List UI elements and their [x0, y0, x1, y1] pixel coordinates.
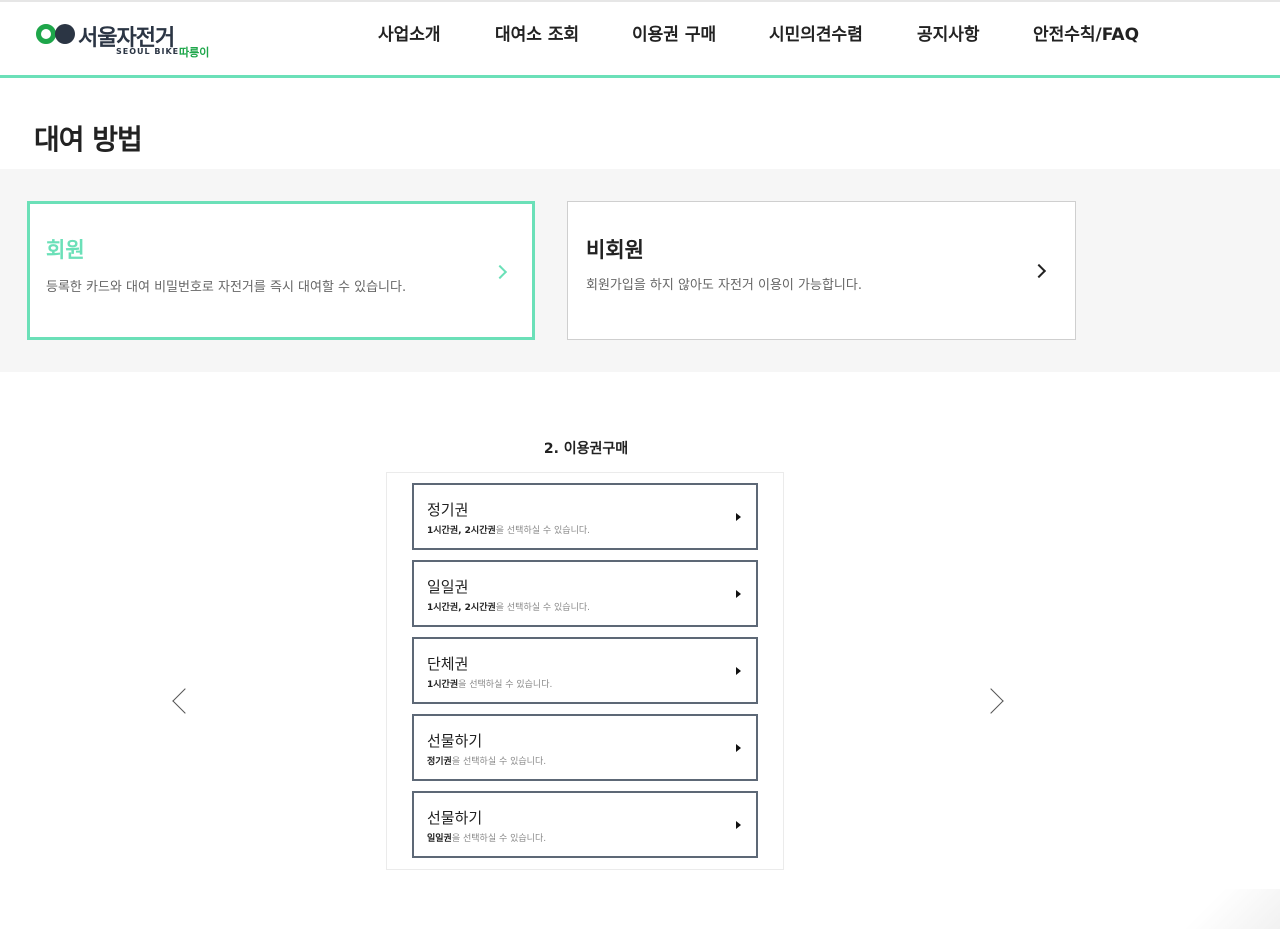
ticket-desc: 일일권을 선택하실 수 있습니다. — [427, 834, 547, 844]
nav-item-citizen-feedback[interactable]: 시민의견수렴 — [769, 20, 863, 45]
rental-method-band: 회원 등록한 카드와 대여 비밀번호로 자전거를 즉시 대여할 수 있습니다. … — [0, 169, 1280, 372]
member-card-desc: 등록한 카드와 대여 비밀번호로 자전거를 즉시 대여할 수 있습니다. — [46, 280, 407, 295]
nav-item-notices[interactable]: 공지사항 — [917, 20, 980, 45]
ticket-gift-daily[interactable]: 선물하기 일일권을 선택하실 수 있습니다. — [412, 791, 758, 858]
chevron-right-icon — [492, 264, 508, 280]
logo-circles-icon — [36, 24, 76, 44]
triangle-right-icon — [736, 744, 741, 752]
logo-sub-text: SEOUL BIKE — [116, 47, 180, 56]
ticket-title: 정기권 — [427, 501, 469, 519]
corner-shading — [1160, 889, 1280, 929]
ticket-title: 단체권 — [427, 655, 469, 673]
seoul-bike-logo[interactable]: 서울자전거 SEOUL BIKE 따릉이 — [36, 20, 216, 60]
nonmember-card[interactable]: 비회원 회원가입을 하지 않아도 자전거 이용이 가능합니다. — [567, 201, 1076, 340]
ticket-title: 선물하기 — [427, 732, 483, 750]
ticket-desc: 1시간권, 2시간권을 선택하실 수 있습니다. — [427, 603, 591, 613]
ticket-gift-regular[interactable]: 선물하기 정기권을 선택하실 수 있습니다. — [412, 714, 758, 781]
triangle-right-icon — [736, 667, 741, 675]
nonmember-card-desc: 회원가입을 하지 않아도 자전거 이용이 가능합니다. — [586, 278, 862, 293]
ticket-title: 일일권 — [427, 578, 469, 596]
nav-item-about[interactable]: 사업소개 — [378, 20, 441, 45]
pass-purchase-panel: 정기권 1시간권, 2시간권을 선택하실 수 있습니다. 일일권 1시간권, 2… — [386, 472, 784, 870]
ticket-desc: 1시간권을 선택하실 수 있습니다. — [427, 680, 553, 690]
nav-item-station-search[interactable]: 대여소 조회 — [495, 20, 579, 45]
page-title: 대여 방법 — [34, 123, 143, 156]
site-header: 서울자전거 SEOUL BIKE 따릉이 사업소개 대여소 조회 이용권 구매 … — [0, 0, 1280, 78]
member-card-title: 회원 — [46, 238, 85, 262]
ticket-daily[interactable]: 일일권 1시간권, 2시간권을 선택하실 수 있습니다. — [412, 560, 758, 627]
chevron-right-icon — [1031, 263, 1047, 279]
ticket-title: 선물하기 — [427, 809, 483, 827]
nav-item-pass-purchase[interactable]: 이용권 구매 — [632, 20, 716, 45]
ticket-desc: 정기권을 선택하실 수 있습니다. — [427, 757, 547, 767]
chevron-right-icon[interactable] — [978, 688, 1004, 714]
member-card[interactable]: 회원 등록한 카드와 대여 비밀번호로 자전거를 즉시 대여할 수 있습니다. — [27, 201, 535, 340]
section-title: 2. 이용권구매 — [543, 441, 629, 457]
nonmember-card-title: 비회원 — [586, 238, 644, 262]
triangle-right-icon — [736, 821, 741, 829]
nav-item-safety-faq[interactable]: 안전수칙/FAQ — [1033, 20, 1139, 45]
chevron-left-icon[interactable] — [172, 688, 198, 714]
ticket-desc: 1시간권, 2시간권을 선택하실 수 있습니다. — [427, 526, 591, 536]
logo-sub2-text: 따릉이 — [179, 46, 210, 59]
triangle-right-icon — [736, 590, 741, 598]
ticket-group[interactable]: 단체권 1시간권을 선택하실 수 있습니다. — [412, 637, 758, 704]
triangle-right-icon — [736, 513, 741, 521]
ticket-regular[interactable]: 정기권 1시간권, 2시간권을 선택하실 수 있습니다. — [412, 483, 758, 550]
